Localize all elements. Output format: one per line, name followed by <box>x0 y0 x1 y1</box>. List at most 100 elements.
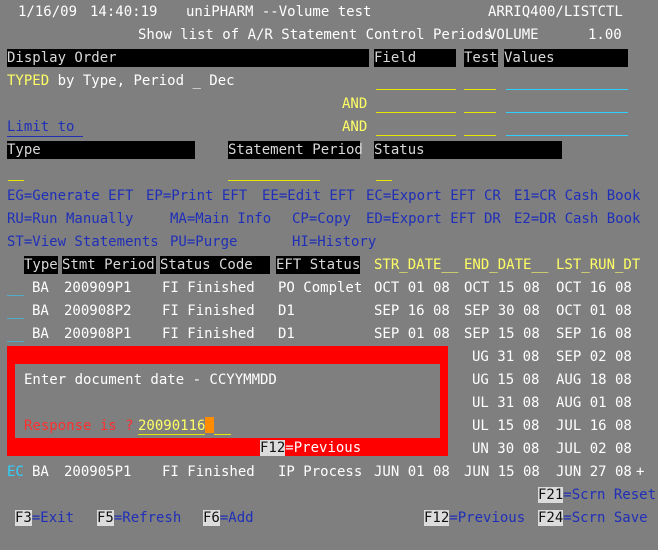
row-lst-run: SEP 16 08 <box>556 326 632 342</box>
row-eft-status: PO Complet <box>278 280 363 296</box>
f6-add[interactable]: F6=Add <box>203 509 254 527</box>
value-input-1[interactable] <box>506 89 628 90</box>
version-number: 1.00 <box>588 27 622 43</box>
row-status: FI Finished <box>162 464 255 480</box>
test-input-1[interactable] <box>464 89 496 90</box>
row-lst-run: SEP 02 08 <box>556 349 632 365</box>
test-input-2[interactable] <box>464 112 496 113</box>
limit-to-link[interactable]: Limit to <box>7 118 83 137</box>
row-select-input[interactable]: EC <box>7 463 24 481</box>
popup-response-label: Response is ? <box>24 418 134 434</box>
cmd-purge[interactable]: PU=Purge <box>170 233 237 251</box>
row-period: 200908P1 <box>64 326 132 342</box>
popup-prompt-text: Enter document date - CCYYMMDD <box>24 372 277 388</box>
popup-right-border <box>440 364 448 438</box>
row-lst-run: AUG 18 08 <box>556 372 632 388</box>
cmd-cr-cash-book[interactable]: E1=CR Cash Book <box>514 187 640 205</box>
sort-order-keyword: TYPED <box>7 73 50 89</box>
popup-response-pad <box>214 418 232 435</box>
row-end-date: SEP 15 08 <box>464 326 540 342</box>
row-period: 200905P1 <box>64 464 132 480</box>
status-filter-input[interactable] <box>376 180 392 181</box>
app-title: uniPHARM --Volume test <box>186 4 372 20</box>
popup-f12-previous[interactable]: F12=Previous <box>260 439 361 457</box>
cmd-edit-eft[interactable]: EE=Edit EFT <box>262 187 355 205</box>
col-stmt-period: Stmt Period <box>62 256 156 274</box>
cmd-run-manually[interactable]: RU=Run Manually <box>7 210 133 228</box>
values-header: Values <box>504 49 628 67</box>
type-filter-header: Type <box>7 141 195 159</box>
row-str-date: OCT 01 08 <box>374 280 450 296</box>
col-end-date: END_DATE__ <box>464 257 549 273</box>
cmd-export-eft-cr[interactable]: EC=Export EFT CR <box>366 187 501 205</box>
f12-label: =Previous <box>449 510 526 526</box>
sort-order-line[interactable]: TYPED by Type, Period _ Dec <box>7 72 235 90</box>
row-period: 200909P1 <box>64 280 132 296</box>
f21-scrn-reset[interactable]: F21=Scrn Reset <box>538 486 656 504</box>
test-header: Test <box>464 49 498 67</box>
row-str-date: SEP 01 08 <box>374 326 450 342</box>
cmd-generate-eft[interactable]: EG=Generate EFT <box>7 187 133 205</box>
program-name: ARRIQ400/LISTCTL <box>488 4 623 20</box>
type-filter-input[interactable] <box>8 180 24 181</box>
field-header: Field <box>374 49 456 67</box>
row-end-date: SEP 30 08 <box>464 303 540 319</box>
screen-subtitle: Show list of A/R Statement Control Perio… <box>138 27 493 43</box>
cmd-export-eft-dr[interactable]: ED=Export EFT DR <box>366 210 501 228</box>
cmd-main-info[interactable]: MA=Main Info <box>170 210 271 228</box>
f24-scrn-save[interactable]: F24=Scrn Save <box>538 509 648 527</box>
f12-previous[interactable]: F12=Previous <box>424 509 525 527</box>
row-end-date: UL 15 08 <box>472 418 540 434</box>
row-str-date: JUN 01 08 <box>374 464 450 480</box>
row-type: BA <box>32 326 49 342</box>
cmd-history[interactable]: HI=History <box>292 233 376 251</box>
row-select-input[interactable]: __ <box>7 302 24 320</box>
and-label-1: AND <box>342 96 368 112</box>
col-status-code: Status Code <box>160 256 270 274</box>
and-label-2: AND <box>342 119 368 135</box>
row-status: FI Finished <box>162 326 255 342</box>
f3-exit[interactable]: F3=Exit <box>15 509 74 527</box>
f12-key: F12 <box>424 510 450 526</box>
row-end-date: UN 30 08 <box>472 441 540 457</box>
f5-refresh[interactable]: F5=Refresh <box>97 509 181 527</box>
popup-response-value: 20090116 <box>138 418 206 435</box>
cmd-copy[interactable]: CP=Copy <box>292 210 351 228</box>
row-eft-status: IP Process <box>278 464 363 480</box>
row-select-input[interactable]: __ <box>7 279 24 297</box>
row-lst-run: JUL 16 08 <box>556 418 632 434</box>
cmd-dr-cash-book[interactable]: E2=DR Cash Book <box>514 210 640 228</box>
row-str-date: SEP 16 08 <box>374 303 450 319</box>
row-lst-run: JUL 02 08 <box>556 441 632 457</box>
row-status: FI Finished <box>162 280 255 296</box>
more-rows-indicator: + <box>636 464 645 480</box>
field-input-1[interactable] <box>376 89 456 90</box>
row-select-input[interactable]: __ <box>7 325 24 343</box>
field-input-3[interactable] <box>376 135 456 136</box>
row-type: BA <box>32 303 49 319</box>
col-type: Type <box>24 256 58 274</box>
row-period: 200908P2 <box>64 303 132 319</box>
display-order-header: Display Order <box>7 49 369 67</box>
row-end-date: UG 31 08 <box>472 349 540 365</box>
test-input-3[interactable] <box>464 135 496 136</box>
f6-label: =Add <box>219 510 254 526</box>
f3-key: F3 <box>15 510 32 526</box>
statement-period-filter-header: Statement Period <box>228 141 363 159</box>
row-eft-status: D1 <box>278 303 295 319</box>
f3-label: =Exit <box>31 510 75 526</box>
value-input-3[interactable] <box>506 135 628 136</box>
col-lst-run-dt: LST_RUN_DT <box>556 257 641 273</box>
f5-key: F5 <box>97 510 114 526</box>
cmd-view-statements[interactable]: ST=View Statements <box>7 233 159 251</box>
row-lst-run: OCT 16 08 <box>556 280 632 296</box>
f21-key: F21 <box>538 487 564 503</box>
system-date: 1/16/09 <box>18 4 78 20</box>
statement-period-filter-input[interactable] <box>228 180 320 181</box>
popup-f12-key: F12 <box>260 440 286 456</box>
popup-response-field[interactable]: 20090116 <box>138 417 232 435</box>
value-input-2[interactable] <box>506 112 628 113</box>
row-lst-run: AUG 01 08 <box>556 395 632 411</box>
field-input-2[interactable] <box>376 112 456 113</box>
cmd-print-eft[interactable]: EP=Print EFT <box>146 187 247 205</box>
